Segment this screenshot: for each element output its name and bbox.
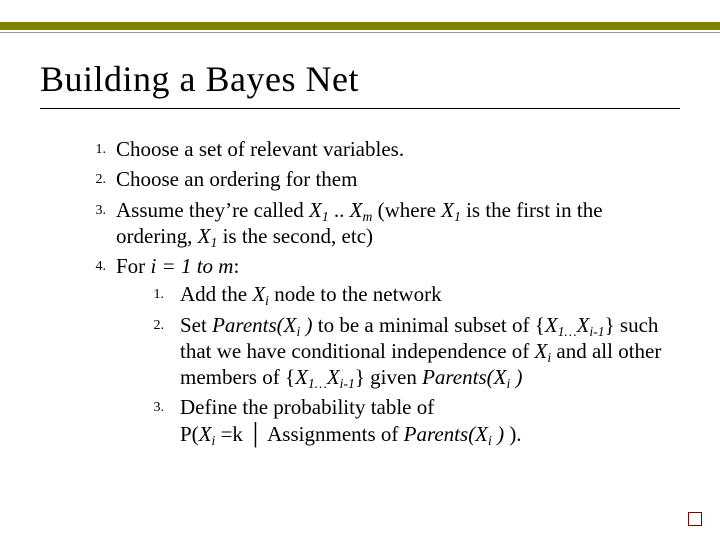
outer-list: 1. Choose a set of relevant variables. 2… (40, 136, 680, 447)
accent-line (0, 32, 720, 33)
item-2: 2. Choose an ordering for them (80, 166, 680, 192)
subitem-2: 2. Set Parents(Xi ) to be a minimal subs… (138, 312, 680, 391)
subitem-2-number: 2. (138, 317, 164, 335)
subitem-2-text: Set Parents(Xi ) to be a minimal subset … (180, 313, 661, 390)
subitem-1-text: Add the Xi node to the network (180, 282, 442, 306)
item-2-number: 2. (80, 171, 106, 189)
subitem-3-number: 3. (138, 399, 164, 417)
item-3: 3. Assume they’re called X1 .. Xm (where… (80, 197, 680, 250)
title-underline (40, 108, 680, 109)
subitem-1-number: 1. (138, 286, 164, 304)
item-4-number: 4. (80, 258, 106, 276)
item-2-text: Choose an ordering for them (116, 167, 357, 191)
item-1: 1. Choose a set of relevant variables. (80, 136, 680, 162)
slide: Building a Bayes Net 1. Choose a set of … (0, 0, 720, 540)
subitem-3: 3. Define the probability table of P(Xi … (138, 394, 680, 447)
accent-bar (0, 22, 720, 30)
item-4: 4. For i = 1 to m: 1. Add the Xi node to… (80, 253, 680, 447)
item-3-text: Assume they’re called X1 .. Xm (where X1… (116, 198, 603, 248)
item-1-number: 1. (80, 141, 106, 159)
item-1-text: Choose a set of relevant variables. (116, 137, 404, 161)
item-4-text: For i = 1 to m: (116, 254, 239, 278)
subitem-3-text: Define the probability table of P(Xi =k … (180, 395, 522, 445)
inner-list: 1. Add the Xi node to the network 2. Set… (116, 281, 680, 447)
slide-title: Building a Bayes Net (40, 58, 680, 100)
content-body: 1. Choose a set of relevant variables. 2… (40, 136, 680, 447)
corner-box-icon (688, 512, 702, 526)
item-3-number: 3. (80, 202, 106, 220)
subitem-1: 1. Add the Xi node to the network (138, 281, 680, 307)
